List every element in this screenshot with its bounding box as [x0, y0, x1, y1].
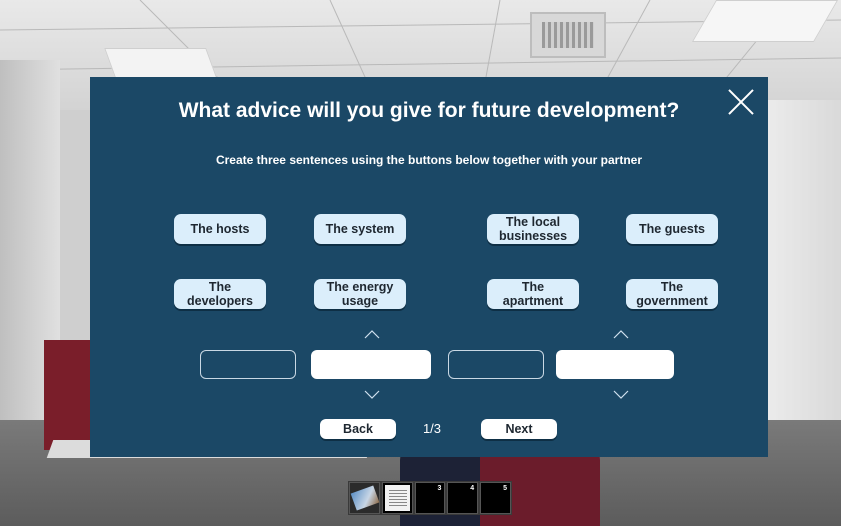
word-button-the-guests[interactable]: The guests	[626, 214, 718, 244]
ceiling-vent	[530, 12, 606, 58]
sentence-slot-3[interactable]	[448, 350, 544, 379]
dialog-title: What advice will you give for future dev…	[178, 99, 680, 122]
word-button-the-local-businesses[interactable]: The local businesses	[487, 214, 579, 244]
ceiling-light	[691, 0, 839, 42]
word-button-the-government[interactable]: The government	[626, 279, 718, 309]
word-button-the-energy-usage[interactable]: The energy usage	[314, 279, 406, 309]
slot-number: 5	[503, 485, 507, 492]
inventory-bar: 3 4 5	[348, 481, 512, 515]
word-button-the-system[interactable]: The system	[314, 214, 406, 244]
document-icon	[384, 485, 410, 511]
advice-dialog: What advice will you give for future dev…	[90, 77, 768, 457]
word-button-the-developers[interactable]: The developers	[174, 279, 266, 309]
sentence-slot-2[interactable]	[311, 350, 431, 379]
next-button[interactable]: Next	[481, 419, 557, 439]
word-button-the-hosts[interactable]: The hosts	[174, 214, 266, 244]
chevron-down-icon[interactable]	[364, 390, 380, 400]
ceiling-light	[104, 48, 218, 80]
wall-right	[761, 100, 841, 430]
back-button[interactable]: Back	[320, 419, 396, 439]
inventory-slot-3[interactable]: 3	[414, 482, 446, 514]
inventory-slot-1[interactable]	[349, 482, 380, 514]
dialog-instructions: Create three sentences using the buttons…	[215, 153, 643, 167]
inventory-slot-5[interactable]: 5	[480, 482, 511, 514]
slot-number: 4	[470, 485, 475, 492]
photo-icon	[350, 485, 380, 511]
word-button-the-apartment[interactable]: The apartment	[487, 279, 579, 309]
sentence-slot-1[interactable]	[200, 350, 296, 379]
chevron-up-icon[interactable]	[364, 329, 380, 339]
page-indicator: 1/3	[422, 421, 442, 436]
inventory-slot-4[interactable]: 4	[447, 482, 479, 514]
sentence-slot-4[interactable]	[556, 350, 674, 379]
slot-number: 3	[437, 485, 442, 492]
close-icon[interactable]	[726, 87, 756, 117]
chevron-down-icon[interactable]	[613, 390, 629, 400]
chevron-up-icon[interactable]	[613, 329, 629, 339]
inventory-slot-2[interactable]	[381, 482, 413, 514]
